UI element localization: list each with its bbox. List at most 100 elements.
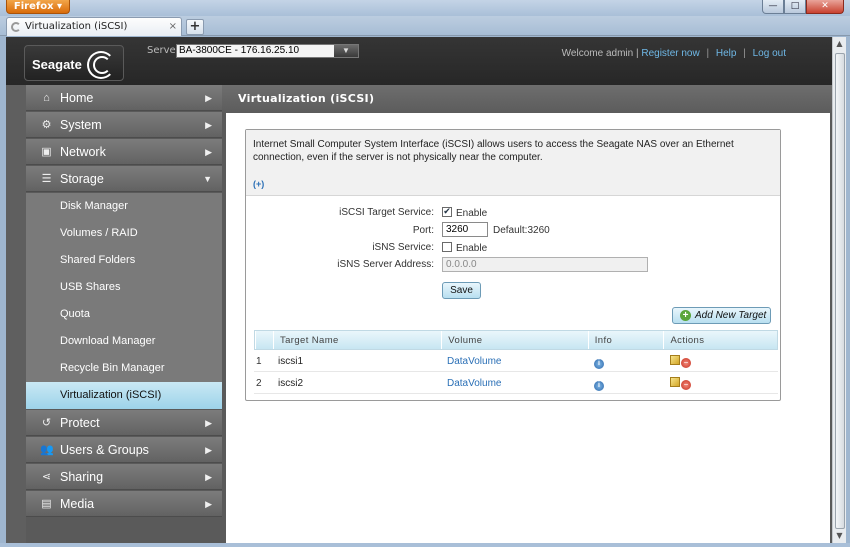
sidebar-subitem-volumes-raid[interactable]: Volumes / RAID	[26, 220, 222, 247]
sharing-icon: ⋖	[41, 471, 52, 483]
delete-icon[interactable]: −	[681, 380, 691, 390]
table-header: Target Name Volume Info Actions	[254, 330, 778, 350]
target-service-enable-label: Enable	[456, 208, 488, 219]
chevron-right-icon: ▶	[205, 472, 212, 482]
column-header-target-name[interactable]: Target Name	[272, 331, 441, 349]
logo-text: Seagate	[32, 57, 82, 72]
logout-link[interactable]: Log out	[753, 48, 786, 59]
sidebar-item-storage[interactable]: ☰ Storage ▼	[26, 166, 222, 192]
sidebar-item-label: Storage	[60, 172, 104, 186]
chevron-right-icon: ▶	[205, 499, 212, 509]
chevron-right-icon: ▶	[205, 147, 212, 157]
scrollbar-thumb[interactable]	[835, 53, 845, 529]
sidebar-item-label: Sharing	[60, 470, 104, 484]
welcome-text: Welcome admin |	[561, 48, 639, 59]
column-header-info: Info	[587, 331, 664, 349]
info-icon[interactable]: i	[594, 359, 604, 369]
sidebar-item-system[interactable]: ⚙ System ▶	[26, 112, 222, 138]
media-icon: ▤	[41, 498, 52, 510]
close-window-button[interactable]: ✕	[806, 0, 844, 14]
register-link[interactable]: Register now	[641, 48, 699, 59]
port-input[interactable]	[442, 222, 488, 237]
sidebar-subitem-shared-folders[interactable]: Shared Folders	[26, 247, 222, 274]
info-cell: i	[588, 372, 664, 393]
loading-icon	[11, 22, 21, 32]
sidebar-subitem-download-manager[interactable]: Download Manager	[26, 328, 222, 355]
target-name-cell: iscsi1	[278, 356, 304, 367]
sidebar-item-sharing[interactable]: ⋖ Sharing ▶	[26, 464, 222, 490]
sidebar-subitem-disk-manager[interactable]: Disk Manager	[26, 193, 222, 220]
info-cell: i	[588, 350, 664, 371]
tab-close-icon[interactable]: ×	[169, 18, 177, 36]
chevron-down-icon[interactable]: ▼	[334, 45, 358, 57]
network-icon: ▣	[41, 146, 52, 158]
protect-icon: ↺	[41, 417, 52, 429]
isns-service-label: iSNS Service:	[372, 242, 434, 253]
edit-icon[interactable]	[670, 355, 680, 365]
volume-cell[interactable]: DataVolume	[441, 372, 588, 393]
sidebar: ⌂ Home ▶ ⚙ System ▶ ▣ Network ▶ ☰ Storag…	[26, 85, 222, 543]
maximize-button[interactable]: □	[784, 0, 806, 14]
minimize-button[interactable]: —	[762, 0, 784, 14]
plus-icon: +	[680, 310, 691, 321]
table-row[interactable]: 1 iscsi1 DataVolume i −	[254, 350, 778, 372]
sidebar-item-label: Network	[60, 145, 106, 159]
sidebar-item-label: Protect	[60, 416, 100, 430]
seagate-logo[interactable]: Seagate	[24, 45, 124, 81]
page-title: Virtualization (iSCSI)	[222, 85, 832, 113]
window-titlebar: Firefox ▾ — □ ✕	[0, 0, 850, 16]
port-default-text: Default:3260	[493, 225, 550, 236]
window-controls: — □ ✕	[762, 0, 844, 14]
sidebar-item-protect[interactable]: ↺ Protect ▶	[26, 410, 222, 436]
column-header-volume[interactable]: Volume	[441, 331, 587, 349]
isns-service-checkbox[interactable]	[442, 242, 452, 252]
sidebar-item-label: Home	[60, 91, 94, 105]
scroll-down-icon[interactable]: ▼	[833, 529, 846, 543]
sidebar-item-label: System	[60, 118, 102, 132]
tab-title: Virtualization (iSCSI)	[25, 21, 128, 32]
isns-address-label: iSNS Server Address:	[337, 259, 434, 270]
description-box: Internet Small Computer System Interface…	[246, 130, 780, 196]
scroll-up-icon[interactable]: ▲	[833, 37, 846, 51]
edit-icon[interactable]	[670, 377, 680, 387]
sidebar-item-label: Media	[60, 497, 95, 511]
vertical-scrollbar[interactable]: ▲ ▼	[832, 37, 846, 543]
sidebar-subitem-usb-shares[interactable]: USB Shares	[26, 274, 222, 301]
column-header-actions: Actions	[663, 331, 777, 349]
port-label: Port:	[412, 225, 434, 236]
sidebar-subitem-quota[interactable]: Quota	[26, 301, 222, 328]
new-tab-button[interactable]: +	[186, 19, 204, 35]
tab-bar: Virtualization (iSCSI) × +	[0, 16, 850, 36]
sidebar-item-media[interactable]: ▤ Media ▶	[26, 491, 222, 517]
description-text: Internet Small Computer System Interface…	[253, 139, 734, 163]
firefox-menu-button[interactable]: Firefox ▾	[6, 0, 70, 14]
sidebar-subitem-virtualization[interactable]: Virtualization (iSCSI)	[26, 382, 222, 409]
help-link[interactable]: Help	[716, 48, 737, 59]
target-name-cell: iscsi2	[278, 378, 304, 389]
table-row[interactable]: 2 iscsi2 DataVolume i −	[254, 372, 778, 394]
actions-cell: −	[664, 350, 778, 371]
add-new-target-button[interactable]: + Add New Target	[672, 307, 771, 324]
window-bottom-edge	[0, 543, 850, 547]
sidebar-item-home[interactable]: ⌂ Home ▶	[26, 85, 222, 111]
server-select[interactable]: BA-3800CE - 176.16.25.10 ▼	[176, 44, 359, 58]
chevron-down-icon: ▼	[203, 174, 212, 184]
save-button[interactable]: Save	[442, 282, 481, 299]
browser-tab[interactable]: Virtualization (iSCSI) ×	[6, 17, 182, 36]
target-service-checkbox[interactable]: ✔	[442, 207, 452, 217]
delete-icon[interactable]: −	[681, 358, 691, 368]
logo-swirl-inner-icon	[93, 56, 111, 74]
sidebar-item-network[interactable]: ▣ Network ▶	[26, 139, 222, 165]
info-icon[interactable]: i	[594, 381, 604, 391]
content-area: Internet Small Computer System Interface…	[226, 113, 830, 543]
page-viewport: Seagate Server: BA-3800CE - 176.16.25.10…	[6, 37, 832, 543]
isns-address-input[interactable]	[442, 257, 648, 272]
main-content: Virtualization (iSCSI) Internet Small Co…	[222, 85, 832, 543]
sidebar-item-users-groups[interactable]: 👥 Users & Groups ▶	[26, 437, 222, 463]
site-header: Seagate Server: BA-3800CE - 176.16.25.10…	[6, 37, 832, 85]
sidebar-subitem-recycle-bin[interactable]: Recycle Bin Manager	[26, 355, 222, 382]
volume-cell[interactable]: DataVolume	[441, 350, 588, 371]
row-number: 1	[256, 356, 262, 367]
expand-toggle[interactable]: (+)	[253, 178, 264, 191]
home-icon: ⌂	[43, 92, 50, 104]
